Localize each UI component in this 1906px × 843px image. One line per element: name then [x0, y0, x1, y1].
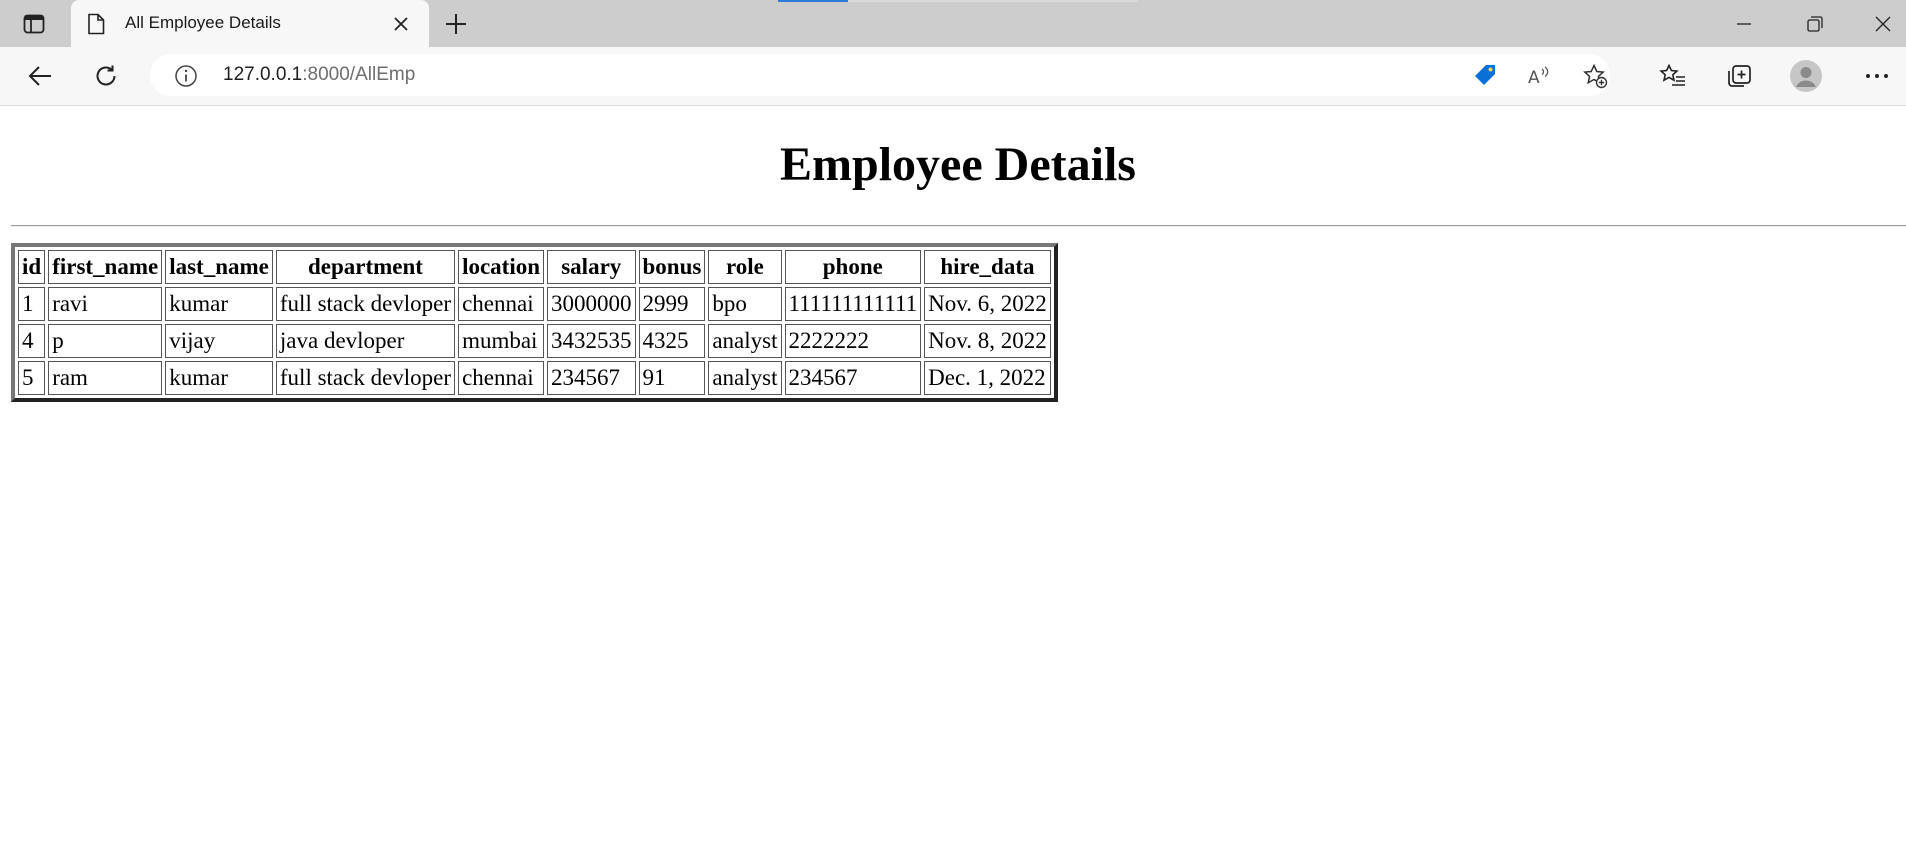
cell-id: 5 [18, 361, 46, 395]
shopping-tag-icon[interactable] [1472, 63, 1498, 89]
cell-salary: 3000000 [547, 287, 636, 321]
header-salary: salary [547, 250, 636, 284]
url-path: :8000/AllEmp [302, 64, 416, 85]
table-row: 4 p vijay java devloper mumbai 3432535 4… [18, 324, 1051, 358]
cell-role: analyst [708, 361, 782, 395]
cell-role: analyst [708, 324, 782, 358]
cell-department: java devloper [275, 324, 456, 358]
reload-button[interactable] [90, 60, 122, 92]
employee-table: id first_name last_name department locat… [11, 243, 1058, 402]
cell-phone: 2222222 [784, 324, 922, 358]
settings-menu-button[interactable] [1861, 60, 1893, 92]
cell-bonus: 2999 [638, 287, 706, 321]
profile-button[interactable] [1790, 60, 1822, 92]
cell-id: 4 [18, 324, 46, 358]
tab-strip: All Employee Details [0, 0, 1906, 47]
table-header-row: id first_name last_name department locat… [18, 250, 1051, 284]
cell-last-name: kumar [165, 287, 273, 321]
tab-active[interactable]: All Employee Details [71, 0, 429, 47]
header-phone: phone [784, 250, 922, 284]
site-info-icon[interactable] [174, 64, 198, 88]
collections-button[interactable] [1723, 60, 1755, 92]
cell-bonus: 91 [638, 361, 706, 395]
page-content: Employee Details id first_name last_name… [0, 106, 1906, 843]
page-icon [88, 13, 105, 35]
tab-actions-icon [23, 14, 45, 34]
cell-department: full stack devloper [275, 361, 456, 395]
header-last-name: last_name [165, 250, 273, 284]
cell-salary: 3432535 [547, 324, 636, 358]
header-role: role [708, 250, 782, 284]
header-first-name: first_name [48, 250, 163, 284]
restore-icon[interactable] [1803, 12, 1827, 36]
loading-track [848, 0, 1138, 2]
back-button[interactable] [24, 60, 56, 92]
cell-first-name: ravi [48, 287, 163, 321]
table-row: 1 ravi kumar full stack devloper chennai… [18, 287, 1051, 321]
cell-hire-data: Nov. 6, 2022 [924, 287, 1051, 321]
header-hire-data: hire_data [924, 250, 1051, 284]
cell-id: 1 [18, 287, 46, 321]
header-department: department [275, 250, 456, 284]
avatar [1790, 60, 1822, 92]
cell-department: full stack devloper [275, 287, 456, 321]
table-row: 5 ram kumar full stack devloper chennai … [18, 361, 1051, 395]
page-title: Employee Details [780, 138, 1136, 191]
header-location: location [458, 250, 545, 284]
reload-icon [96, 65, 116, 86]
close-window-icon[interactable] [1871, 12, 1895, 36]
cell-first-name: p [48, 324, 163, 358]
cell-phone: 111111111111 [784, 287, 922, 321]
cell-location: mumbai [458, 324, 545, 358]
cell-location: chennai [458, 361, 545, 395]
more-options-icon [1866, 74, 1888, 78]
cell-role: bpo [708, 287, 782, 321]
cell-location: chennai [458, 287, 545, 321]
cell-first-name: ram [48, 361, 163, 395]
horizontal-rule [11, 225, 1906, 227]
back-arrow-icon [28, 66, 51, 86]
cell-salary: 234567 [547, 361, 636, 395]
header-bonus: bonus [638, 250, 706, 284]
cell-hire-data: Nov. 8, 2022 [924, 324, 1051, 358]
tab-title: All Employee Details [125, 13, 281, 32]
url-host: 127.0.0.1 [223, 64, 303, 85]
loading-indicator [778, 0, 848, 2]
read-aloud-icon[interactable]: A [1526, 63, 1552, 89]
header-id: id [18, 250, 46, 284]
cell-hire-data: Dec. 1, 2022 [924, 361, 1051, 395]
minimize-icon[interactable] [1732, 12, 1756, 36]
new-tab-icon[interactable] [442, 12, 470, 36]
close-tab-icon[interactable] [391, 14, 411, 34]
tab-actions-button[interactable] [14, 10, 54, 38]
collections-icon [1728, 65, 1751, 87]
svg-text:A: A [1528, 68, 1540, 88]
browser-toolbar: 127.0.0.1:8000/AllEmp A [0, 47, 1906, 106]
cell-last-name: kumar [165, 361, 273, 395]
favorites-icon [1659, 63, 1685, 86]
address-bar[interactable]: 127.0.0.1:8000/AllEmp A [150, 54, 1610, 96]
cell-bonus: 4325 [638, 324, 706, 358]
add-favorite-icon[interactable] [1582, 63, 1608, 89]
favorites-button[interactable] [1657, 60, 1689, 92]
cell-last-name: vijay [165, 324, 273, 358]
url-text[interactable]: 127.0.0.1:8000/AllEmp [223, 64, 415, 86]
cell-phone: 234567 [784, 361, 922, 395]
